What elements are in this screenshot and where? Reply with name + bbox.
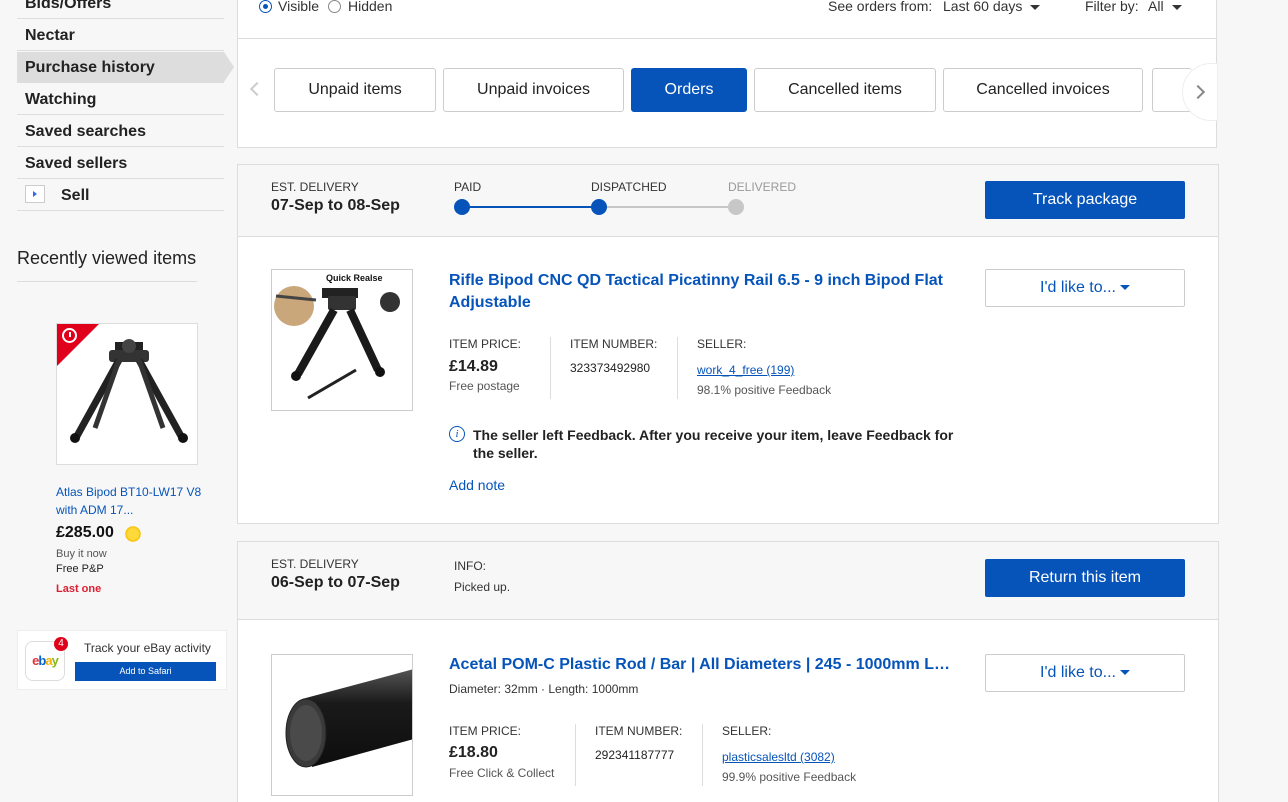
sidebar-item-purchase-history[interactable]: Purchase history <box>17 52 234 83</box>
progress-dot-paid <box>454 199 470 215</box>
page: Bids/Offers Nectar Purchase history Watc… <box>0 0 1288 802</box>
order-header: EST. DELIVERY 07-Sep to 08-Sep PAID DISP… <box>238 165 1218 237</box>
tab-orders[interactable]: Orders <box>631 68 747 112</box>
orders-filter-panel: Visible Hidden See orders from: Last 60 … <box>237 0 1218 148</box>
progress-paid-label: PAID <box>454 180 482 194</box>
divider <box>575 724 576 786</box>
item-number: 292341187777 <box>595 748 675 762</box>
return-item-button[interactable]: Return this item <box>985 559 1185 597</box>
progress-line-done <box>462 206 599 208</box>
recently-viewed-buy-type: Buy it now <box>56 548 107 560</box>
sidebar-item-watching[interactable]: Watching <box>17 84 224 115</box>
id-like-to-dropdown[interactable]: I'd like to... <box>985 269 1185 307</box>
sidebar-item-bids-offers[interactable]: Bids/Offers <box>17 0 224 19</box>
item-number-label: ITEM NUMBER: <box>595 724 683 738</box>
item-price-label: ITEM PRICE: <box>449 724 522 738</box>
item-shipping: Free Click & Collect <box>449 766 555 780</box>
item-number-label: ITEM NUMBER: <box>570 337 658 351</box>
seller-feedback: 99.9% positive Feedback <box>722 770 857 784</box>
add-to-safari-button[interactable]: Add to Safari <box>75 662 216 681</box>
seller-label: SELLER: <box>722 724 772 738</box>
order-card: EST. DELIVERY 07-Sep to 08-Sep PAID DISP… <box>237 164 1219 524</box>
filter-by-dropdown[interactable]: All <box>1148 0 1182 14</box>
notification-badge: 4 <box>54 637 68 651</box>
progress-line-todo <box>599 206 736 208</box>
progress-dot-delivered <box>728 199 744 215</box>
bipod-product-image: Quick Realse <box>272 270 412 410</box>
sidebar-item-saved-sellers[interactable]: Saved sellers <box>17 148 224 179</box>
item-title-link[interactable]: Acetal POM-C Plastic Rod / Bar | All Dia… <box>449 654 954 676</box>
feedback-notice: The seller left Feedback. After you rece… <box>473 427 954 461</box>
seller-link[interactable]: work_4_free (199) <box>697 363 794 377</box>
item-title-link[interactable]: Rifle Bipod CNC QD Tactical Picatinny Ra… <box>449 270 954 314</box>
sidebar-item-label: Sell <box>61 187 90 204</box>
item-price: £18.80 <box>449 744 498 761</box>
track-activity-banner: ebay 4 Track your eBay activity Add to S… <box>17 630 227 690</box>
chevron-down-icon <box>1119 670 1130 676</box>
expand-arrow-icon[interactable] <box>25 184 45 203</box>
info-text: Picked up. <box>454 580 511 594</box>
filter-by-label: Filter by: <box>1085 0 1139 14</box>
visible-radio[interactable] <box>259 0 272 13</box>
order-header: EST. DELIVERY 06-Sep to 07-Sep INFO: Pic… <box>238 542 1218 620</box>
progress-delivered-label: DELIVERED <box>728 180 797 194</box>
est-delivery-date: 06-Sep to 07-Sep <box>271 574 400 591</box>
deal-sun-icon <box>124 525 142 543</box>
add-note-link[interactable]: Add note <box>449 477 505 493</box>
item-variation: Diameter: 32mm · Length: 1000mm <box>449 682 639 696</box>
clock-icon <box>62 328 77 343</box>
recently-viewed-item-name[interactable]: Atlas Bipod BT10-LW17 V8 with ADM 17... <box>56 483 206 519</box>
order-card: EST. DELIVERY 06-Sep to 07-Sep INFO: Pic… <box>237 541 1219 802</box>
info-label: INFO: <box>454 559 486 573</box>
recently-viewed-stock: Last one <box>56 583 102 595</box>
progress-dot-dispatched <box>591 199 607 215</box>
sidebar: Bids/Offers Nectar Purchase history Watc… <box>0 0 237 802</box>
progress-dispatched-label: DISPATCHED <box>591 180 667 194</box>
recently-viewed-shipping: Free P&P <box>56 563 104 575</box>
track-activity-text: Track your eBay activity <box>84 641 211 655</box>
item-thumbnail[interactable]: Quick Realse <box>271 269 413 411</box>
info-icon: i <box>449 426 465 442</box>
est-delivery-label: EST. DELIVERY <box>271 180 359 194</box>
chevron-down-icon <box>1030 4 1041 10</box>
id-like-to-dropdown[interactable]: I'd like to... <box>985 654 1185 692</box>
seller-link[interactable]: plasticsalesltd (3082) <box>722 750 835 764</box>
hidden-radio[interactable] <box>328 0 341 13</box>
sidebar-item-sell[interactable]: Sell <box>17 180 224 211</box>
est-delivery-date: 07-Sep to 08-Sep <box>271 197 400 214</box>
seller-feedback: 98.1% positive Feedback <box>697 383 832 397</box>
visible-label[interactable]: Visible <box>278 0 319 14</box>
hidden-label[interactable]: Hidden <box>348 0 392 14</box>
rod-product-image <box>272 655 412 795</box>
item-thumbnail[interactable] <box>271 654 413 796</box>
recently-viewed-image[interactable] <box>56 323 198 465</box>
see-orders-dropdown[interactable]: Last 60 days <box>943 0 1041 14</box>
seller-label: SELLER: <box>697 337 747 351</box>
recently-viewed-title: Recently viewed items <box>17 248 197 282</box>
filter-row: Visible Hidden See orders from: Last 60 … <box>238 0 1216 39</box>
chevron-down-icon <box>1119 285 1130 291</box>
item-number: 323373492980 <box>570 361 651 375</box>
sidebar-item-nectar[interactable]: Nectar <box>17 20 224 51</box>
divider <box>702 724 703 786</box>
tab-unpaid-invoices[interactable]: Unpaid invoices <box>443 68 624 112</box>
tab-cancelled-items[interactable]: Cancelled items <box>754 68 936 112</box>
est-delivery-label: EST. DELIVERY <box>271 557 359 571</box>
item-price-label: ITEM PRICE: <box>449 337 522 351</box>
divider <box>677 337 678 399</box>
track-package-button[interactable]: Track package <box>985 181 1185 219</box>
divider <box>550 337 551 399</box>
sidebar-item-saved-searches[interactable]: Saved searches <box>17 116 224 147</box>
see-orders-label: See orders from: <box>828 0 933 14</box>
recently-viewed-item-price: £285.00 <box>56 524 114 541</box>
item-price: £14.89 <box>449 358 498 375</box>
chevron-down-icon <box>1171 4 1182 10</box>
thumbnail-text: Quick Realse <box>326 273 383 283</box>
tab-unpaid-items[interactable]: Unpaid items <box>274 68 436 112</box>
tab-cancelled-invoices[interactable]: Cancelled invoices <box>943 68 1143 112</box>
item-shipping: Free postage <box>449 379 520 393</box>
